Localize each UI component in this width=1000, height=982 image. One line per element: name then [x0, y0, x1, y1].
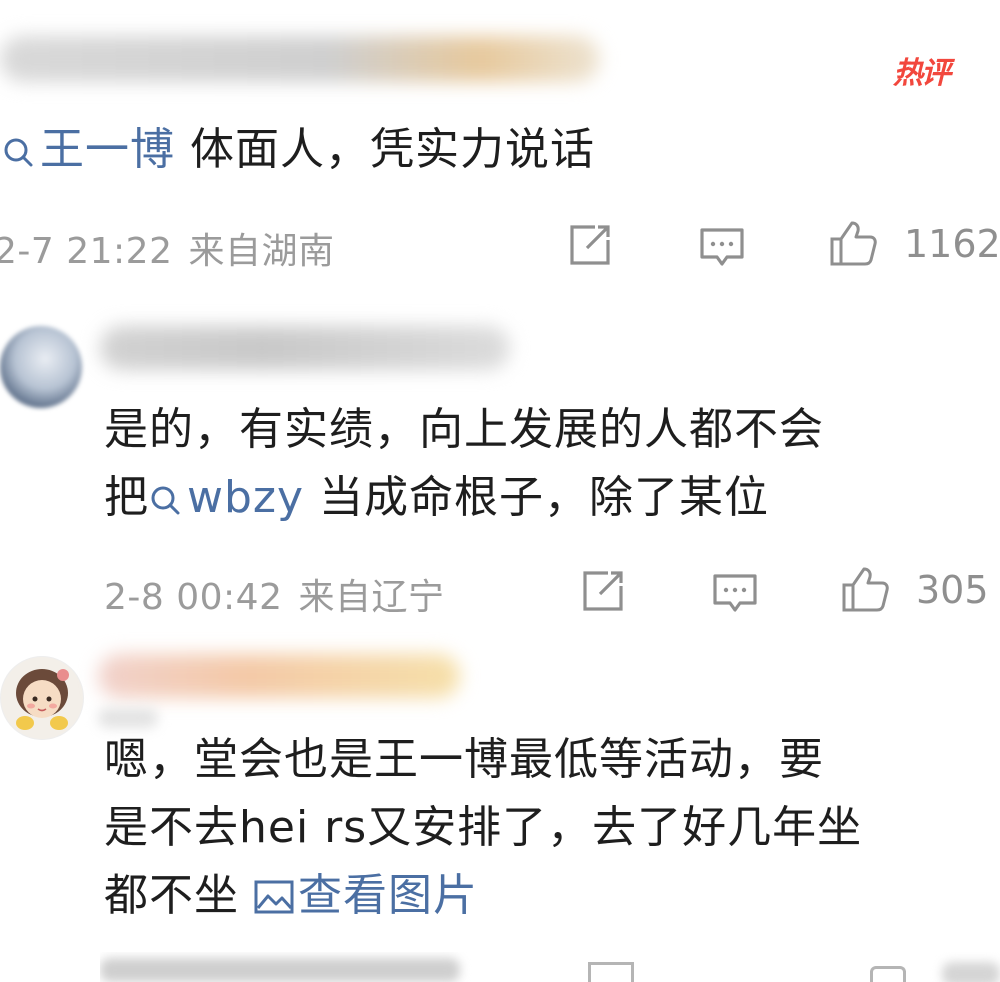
comment-icon[interactable] [710, 568, 760, 618]
like-count: 1162 [904, 222, 1000, 266]
username-blurred[interactable] [0, 36, 600, 82]
hot-comment-badge: 热评 [893, 56, 951, 91]
share-icon[interactable] [578, 566, 628, 616]
search-icon [149, 468, 181, 515]
search-icon [2, 120, 34, 167]
user-badge-blurred [98, 708, 158, 728]
comment-location: 来自辽宁 [298, 577, 445, 618]
topic-link[interactable]: wbzy [149, 472, 304, 523]
avatar[interactable] [0, 326, 82, 408]
comment-2-text: 是的，有实绩，向上发展的人都不会 把 wbzy 当成命根子，除了某位 [104, 404, 824, 523]
like-icon[interactable] [840, 564, 890, 614]
share-icon[interactable] [565, 220, 615, 270]
comment-time: 2-8 00:42 [104, 577, 283, 618]
comment-2-meta: 2-8 00:42 来自辽宁 [104, 568, 445, 620]
comment-1-text: 王一博 体面人，凭实力说话 [2, 116, 595, 184]
view-image-link[interactable]: 查看图片 [254, 870, 478, 921]
like-count: 305 [916, 568, 989, 612]
like-icon[interactable] [828, 218, 878, 268]
image-icon [254, 866, 294, 914]
avatar[interactable] [0, 656, 84, 740]
comment-location: 来自湖南 [188, 231, 335, 272]
comment-icon[interactable] [697, 222, 747, 272]
username-blurred[interactable] [100, 326, 510, 370]
comment-time: 2-7 21:22 [0, 231, 173, 272]
comment-3-meta-cut [100, 952, 1000, 982]
topic-link[interactable]: 王一博 [2, 124, 175, 175]
comment-3-text: 嗯，堂会也是王一博最低等活动，要 是不去hei rs又安排了，去了好几年坐 都不… [104, 734, 863, 921]
username-blurred[interactable] [98, 654, 460, 698]
comment-1-meta: 2-7 21:22 来自湖南 [0, 222, 335, 274]
